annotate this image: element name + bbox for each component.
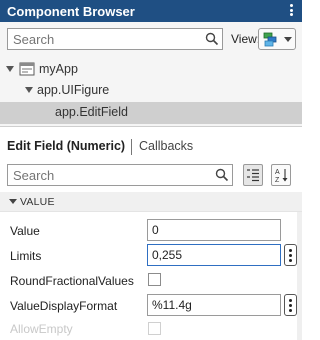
- tree-label-selected: app.EditField: [55, 105, 128, 119]
- sort-alphabetical-button[interactable]: A Z: [271, 164, 291, 186]
- tree-item-myapp[interactable]: myApp: [0, 59, 302, 81]
- tree-label-root: myApp: [39, 62, 78, 76]
- component-search-input[interactable]: [13, 31, 203, 48]
- title-bar: Component Browser: [0, 0, 302, 22]
- tab-callbacks[interactable]: Callbacks: [139, 139, 193, 153]
- property-search-input[interactable]: [13, 167, 213, 184]
- categorize-icon: [247, 169, 259, 182]
- tree-item-uifigure[interactable]: app.UIFigure: [0, 80, 302, 102]
- component-search-box[interactable]: [7, 28, 223, 50]
- property-label-round-fractional: RoundFractionalValues: [10, 274, 134, 288]
- sort-alpha-icon: A Z: [275, 169, 288, 183]
- svg-text:A: A: [275, 169, 280, 176]
- round-fractional-checkbox[interactable]: [148, 273, 161, 286]
- more-options-icon[interactable]: [290, 3, 294, 19]
- property-input-display-format[interactable]: [147, 294, 281, 316]
- property-label-allow-empty: AllowEmpty: [10, 322, 73, 336]
- categorize-button[interactable]: [243, 164, 263, 186]
- property-label-limits: Limits: [10, 249, 42, 263]
- expand-arrow-icon[interactable]: [6, 66, 14, 72]
- inspector-tabs: Edit Field (Numeric) Callbacks: [0, 134, 302, 158]
- scrollbar[interactable]: [297, 212, 302, 340]
- expand-arrow-icon[interactable]: [25, 87, 33, 93]
- property-input-value[interactable]: [147, 219, 281, 241]
- property-search-box[interactable]: [7, 164, 233, 186]
- panel-title: Component Browser: [7, 4, 135, 19]
- display-format-more-button[interactable]: [284, 294, 297, 316]
- property-label-display-format: ValueDisplayFormat: [10, 299, 118, 313]
- search-icon[interactable]: [215, 168, 229, 182]
- section-header-value[interactable]: VALUE: [0, 192, 302, 212]
- allow-empty-checkbox[interactable]: [148, 322, 161, 335]
- property-input-limits[interactable]: [147, 244, 281, 266]
- svg-text:Z: Z: [275, 177, 280, 183]
- tree-item-editfield[interactable]: app.EditField: [0, 102, 302, 124]
- search-icon[interactable]: [205, 32, 219, 46]
- property-label-value: Value: [10, 224, 40, 238]
- view-mode-dropdown[interactable]: [258, 28, 296, 50]
- tree-label-figure: app.UIFigure: [37, 83, 110, 97]
- panel-divider[interactable]: [0, 126, 302, 127]
- tab-separator: [131, 139, 132, 155]
- limits-more-button[interactable]: [284, 244, 297, 266]
- view-mode-icon: [263, 32, 277, 47]
- collapse-arrow-icon[interactable]: [9, 199, 17, 204]
- view-label: View:: [231, 32, 261, 46]
- app-icon: [19, 62, 35, 76]
- chevron-down-icon: [284, 37, 292, 42]
- tab-properties[interactable]: Edit Field (Numeric): [7, 139, 125, 153]
- section-label: VALUE: [20, 196, 55, 208]
